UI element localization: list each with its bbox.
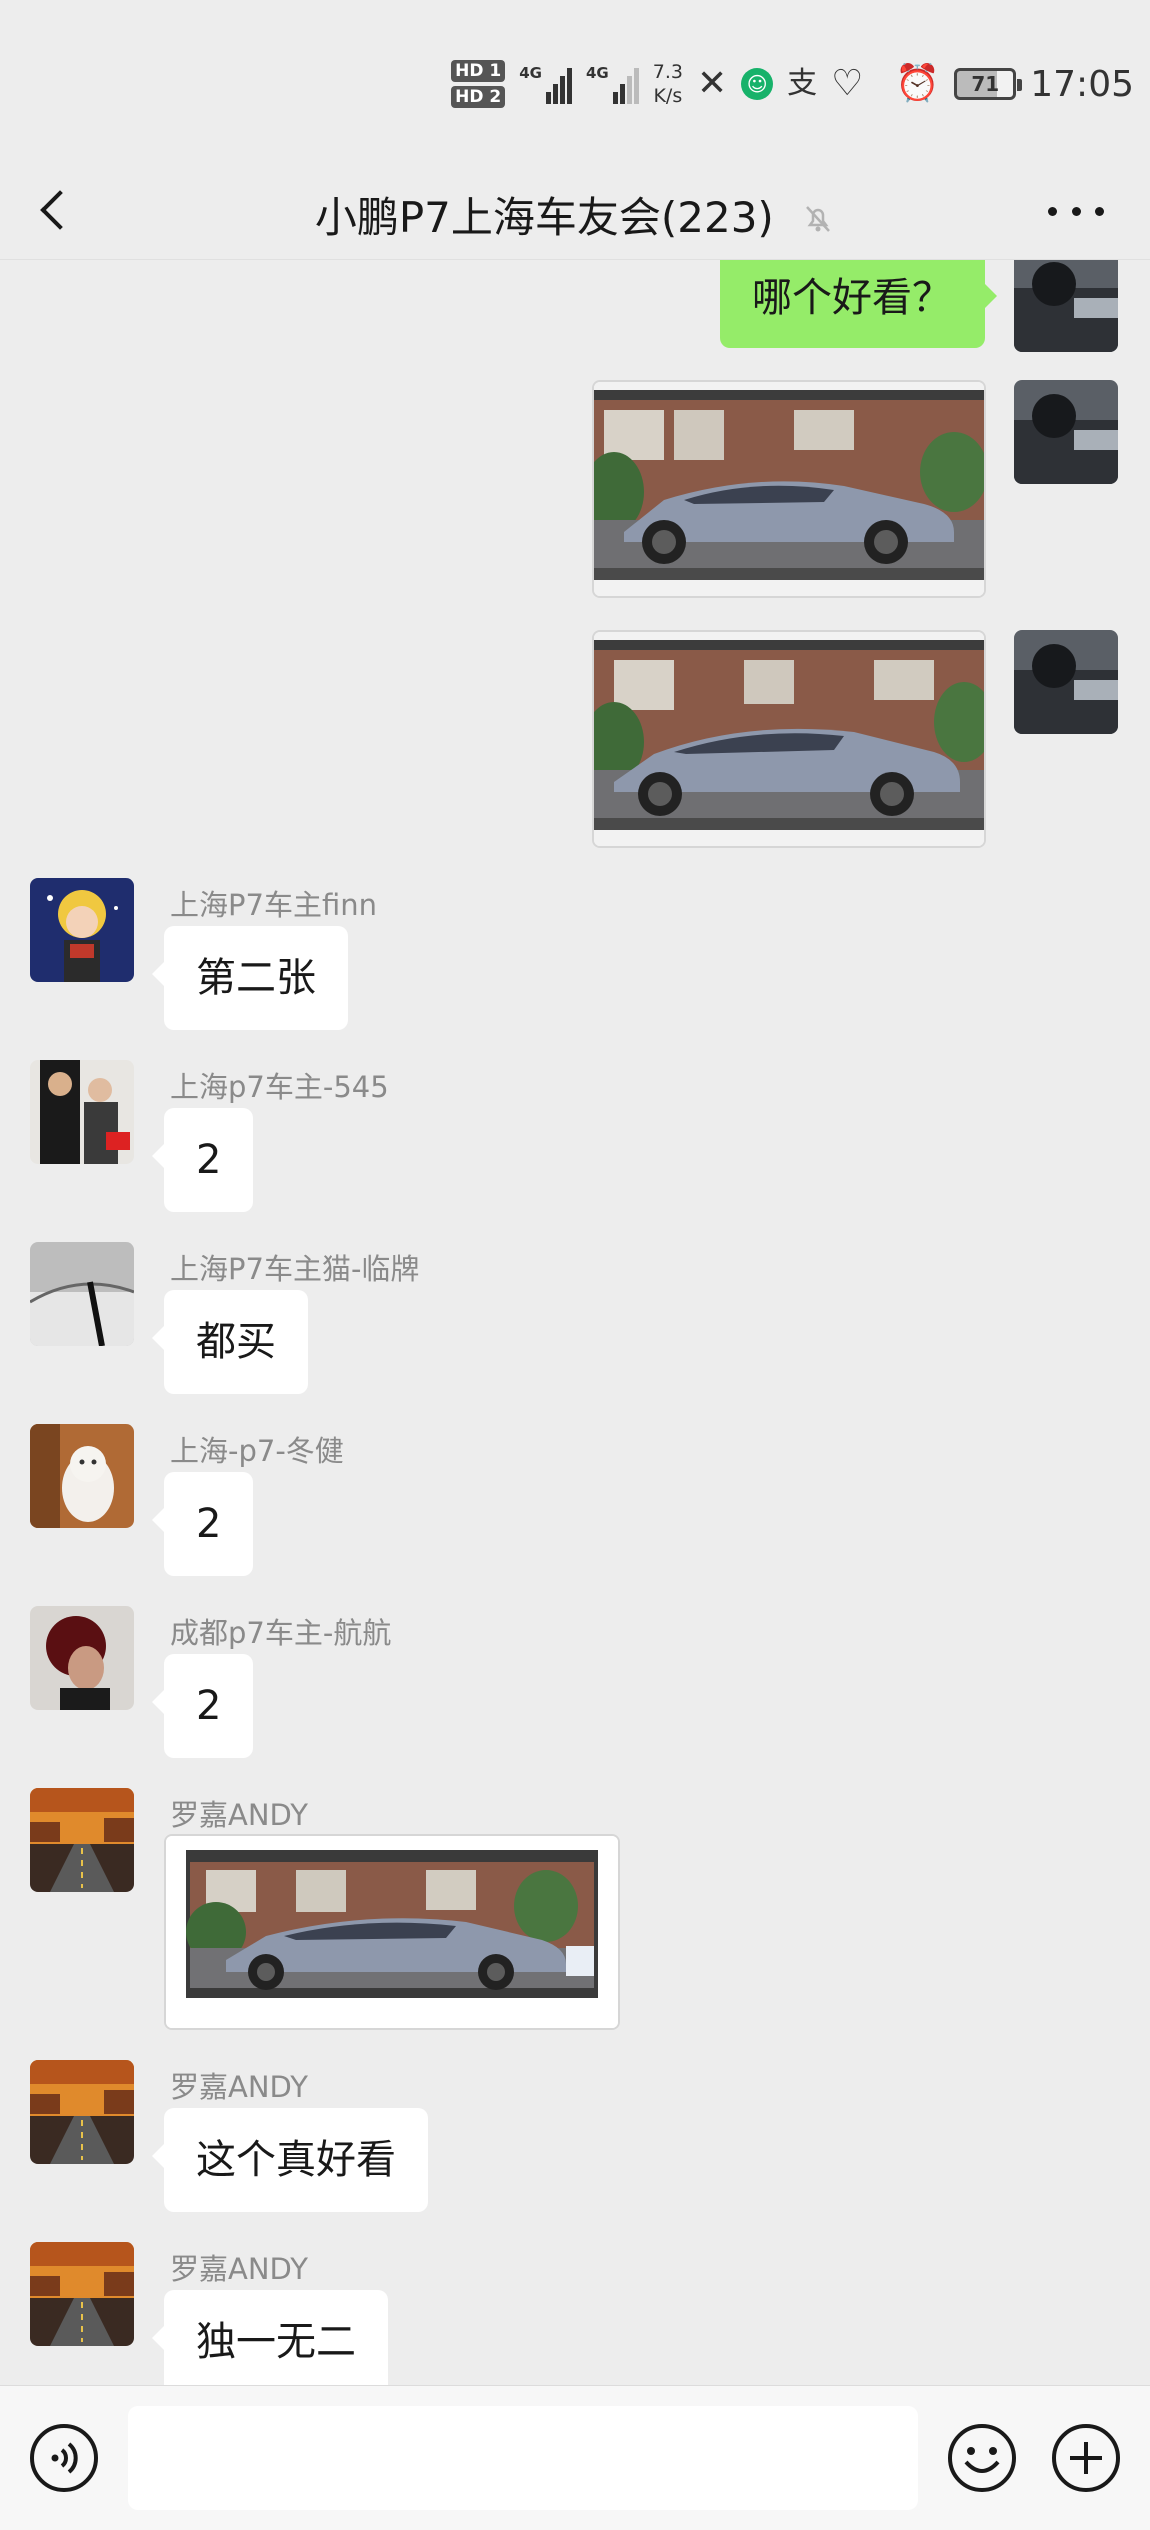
alarm-icon: ⏰ bbox=[895, 63, 941, 104]
message-finn: 上海P7车主finn 第二张 bbox=[0, 878, 1150, 1048]
voice-input-icon[interactable] bbox=[28, 2422, 100, 2494]
message-545: 上海p7车主-545 2 bbox=[0, 1060, 1150, 1230]
car-photo[interactable] bbox=[592, 630, 986, 848]
network-speed-unit: K/s bbox=[653, 85, 683, 107]
signal-icon-2: 4G bbox=[586, 64, 639, 104]
clock: 17:05 bbox=[1030, 63, 1134, 105]
sender-name: 罗嘉ANDY bbox=[170, 1798, 308, 1832]
mute-bell-icon bbox=[801, 196, 835, 245]
network-speed-value: 7.3 bbox=[652, 61, 683, 83]
message-bubble[interactable]: 第二张 bbox=[152, 926, 348, 1030]
message-bubble[interactable]: 2 bbox=[151, 1654, 254, 1758]
avatar-andy[interactable] bbox=[30, 1788, 134, 1892]
car-photo[interactable] bbox=[592, 380, 986, 598]
message-list[interactable]: 哪个好看？ 上海P7车主finn 第二张 上海p7车主-545 2 上海P7车主… bbox=[0, 260, 1150, 2385]
sender-name: 上海-p7-冬健 bbox=[170, 1434, 344, 1468]
network-type-2: 4G bbox=[586, 64, 609, 82]
sender-name: 上海P7车主finn bbox=[170, 888, 377, 922]
my-message-bubble[interactable]: 哪个好看？ bbox=[720, 260, 997, 348]
chat-header: 小鹏P7上海车友会(223) bbox=[0, 160, 1150, 260]
sender-name: 上海p7车主-545 bbox=[170, 1070, 389, 1104]
sender-name: 罗嘉ANDY bbox=[170, 2252, 308, 2286]
car-photo[interactable] bbox=[164, 1834, 620, 2030]
my-avatar[interactable] bbox=[1014, 380, 1118, 484]
avatar-545[interactable] bbox=[30, 1060, 134, 1164]
message-dongjian: 上海-p7-冬健 2 bbox=[0, 1424, 1150, 1594]
hd-icon: HD 1 HD 2 bbox=[451, 60, 506, 108]
message-andy-photo: 罗嘉ANDY bbox=[0, 1788, 1150, 2048]
green-app-icon: ☺ bbox=[741, 68, 774, 100]
chat-title: 小鹏P7上海车友会(223) bbox=[314, 193, 774, 242]
my-avatar[interactable] bbox=[1014, 630, 1118, 734]
more-options-icon[interactable] bbox=[1048, 196, 1104, 226]
my-photo-message-1 bbox=[0, 380, 1150, 610]
message-bubble[interactable]: 独一无二 bbox=[152, 2290, 388, 2385]
sender-name: 上海P7车主猫-临牌 bbox=[170, 1252, 420, 1286]
input-bar bbox=[0, 2385, 1150, 2530]
message-cat: 上海P7车主猫-临牌 都买 bbox=[0, 1242, 1150, 1412]
alipay-icon: 支 bbox=[787, 66, 818, 101]
hd1-label: HD 1 bbox=[451, 60, 506, 82]
message-hanghang: 成都p7车主-航航 2 bbox=[0, 1606, 1150, 1776]
sender-name: 罗嘉ANDY bbox=[170, 2070, 308, 2104]
sender-name: 成都p7车主-航航 bbox=[170, 1616, 392, 1650]
my-avatar[interactable] bbox=[1014, 260, 1118, 352]
message-bubble[interactable]: 2 bbox=[151, 1472, 254, 1576]
message-andy-2: 罗嘉ANDY 这个真好看 bbox=[0, 2060, 1150, 2230]
message-bubble[interactable]: 都买 bbox=[152, 1290, 308, 1394]
message-bubble[interactable]: 2 bbox=[151, 1108, 254, 1212]
heart-icon: ♡ bbox=[831, 63, 864, 104]
add-more-icon[interactable] bbox=[1050, 2422, 1122, 2494]
signal-icon: 4G bbox=[519, 64, 572, 104]
my-message-1: 哪个好看？ bbox=[0, 260, 1150, 360]
hd2-label: HD 2 bbox=[451, 86, 506, 108]
chat-title-container: 小鹏P7上海车友会(223) bbox=[0, 184, 1150, 245]
battery-level: 71 bbox=[971, 72, 1000, 96]
emoji-icon[interactable] bbox=[946, 2422, 1018, 2494]
battery-icon: 71 bbox=[954, 68, 1023, 100]
message-input[interactable] bbox=[128, 2406, 918, 2510]
status-bar: HD 1 HD 2 4G 4G 7.3 K/s ✕ ☺ 支 ♡ ⏰ 71 17:… bbox=[0, 0, 1150, 160]
avatar-andy[interactable] bbox=[30, 2060, 134, 2164]
message-bubble[interactable]: 这个真好看 bbox=[152, 2108, 428, 2212]
network-type-1: 4G bbox=[519, 64, 542, 82]
my-photo-message-2 bbox=[0, 630, 1150, 860]
avatar-cat[interactable] bbox=[30, 1242, 134, 1346]
avatar-andy[interactable] bbox=[30, 2242, 134, 2346]
avatar-finn[interactable] bbox=[30, 878, 134, 982]
message-andy-3: 罗嘉ANDY 独一无二 bbox=[0, 2242, 1150, 2385]
avatar-dongjian[interactable] bbox=[30, 1424, 134, 1528]
wechat-icon: ✕ bbox=[696, 63, 728, 104]
network-speed: 7.3 K/s bbox=[653, 60, 683, 108]
avatar-hanghang[interactable] bbox=[30, 1606, 134, 1710]
